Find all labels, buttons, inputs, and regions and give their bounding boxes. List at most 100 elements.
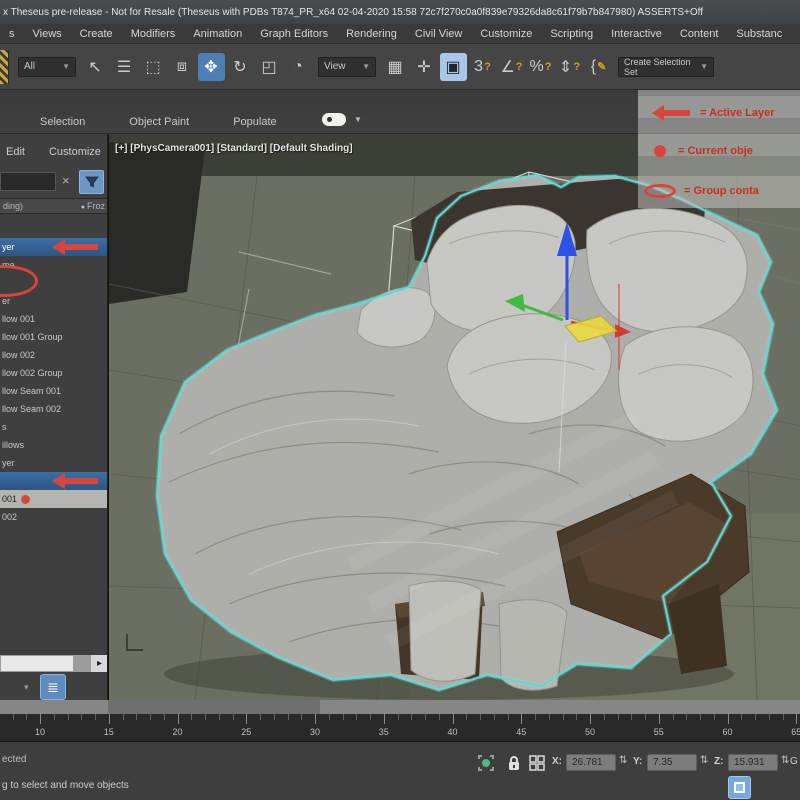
menu-item[interactable]: Customize	[471, 24, 541, 43]
snap-toggle-3d-icon[interactable]: 3?	[469, 53, 496, 81]
ruler-tick-label: 30	[310, 727, 320, 737]
selection-filter-dropdown[interactable]: All ▼	[18, 57, 76, 77]
select-by-name-icon[interactable]: ☰	[111, 53, 138, 81]
spinner-snap-icon[interactable]: ⇕?	[556, 53, 583, 81]
maximize-viewport-toggle-button[interactable]	[728, 776, 751, 799]
y-coordinate-field[interactable]: 7.35	[647, 754, 697, 771]
explorer-row[interactable]: llow Seam 002	[0, 400, 108, 418]
selection-filter-icon[interactable]	[477, 754, 495, 772]
ruler-tick	[40, 714, 41, 724]
explorer-display-button[interactable]: ≣	[40, 674, 66, 700]
menu-item[interactable]: Graph Editors	[251, 24, 337, 43]
explorer-row[interactable]	[0, 472, 108, 490]
time-slider-track[interactable]	[0, 700, 800, 714]
legend-ellipse-icon	[644, 184, 676, 198]
scrollbar-right-arrow[interactable]: ▸	[91, 655, 108, 672]
explorer-menus: Edit Customize	[0, 146, 108, 158]
menu-item[interactable]: s	[0, 24, 24, 43]
menu-item[interactable]: Views	[24, 24, 71, 43]
explorer-row[interactable]: illows	[0, 436, 108, 454]
explorer-row-label: 002	[2, 512, 17, 522]
explorer-menu-item[interactable]: Customize	[49, 146, 101, 158]
ruler-tick	[68, 714, 69, 720]
clear-search-icon[interactable]: ×	[62, 173, 70, 188]
perspective-viewport[interactable]: [+] [PhysCamera001] [Standard] [Default …	[108, 134, 800, 700]
explorer-row[interactable]: llow 001 Group	[0, 328, 108, 346]
menu-item[interactable]: Interactive	[602, 24, 671, 43]
explorer-horizontal-scrollbar[interactable]: ▸	[0, 655, 108, 672]
explorer-row[interactable]: yer	[0, 238, 108, 256]
explorer-row[interactable]: llow 002 Group	[0, 364, 108, 382]
explorer-row[interactable]: 002	[0, 508, 108, 526]
angle-snap-icon[interactable]: ∠?	[498, 53, 525, 81]
z-spinner[interactable]: ⇅	[781, 755, 789, 766]
select-and-rotate-icon[interactable]: ↻	[227, 53, 254, 81]
absolute-mode-icon[interactable]	[528, 754, 546, 772]
selection-status-fragment: ected	[2, 754, 26, 765]
explorer-row[interactable]: llow 002	[0, 346, 108, 364]
select-and-manipulate-icon[interactable]: ◔	[285, 53, 312, 81]
window-crossing-icon[interactable]: ⧈	[169, 53, 196, 81]
explorer-row-label: llow Seam 002	[2, 404, 61, 414]
ribbon-tabs: Selection Object Paint Populate	[40, 116, 321, 128]
explorer-row[interactable]: llow Seam 001	[0, 382, 108, 400]
x-spinner[interactable]: ⇅	[619, 755, 627, 766]
ribbon-minimize-icon[interactable]	[322, 113, 346, 126]
menu-item[interactable]: Content	[671, 24, 728, 43]
percent-snap-icon[interactable]: %?	[527, 53, 554, 81]
search-input[interactable]	[0, 172, 56, 191]
named-selection-sets-icon[interactable]: {✎	[585, 53, 612, 81]
menu-item[interactable]: Modifiers	[122, 24, 185, 43]
menu-item[interactable]: Create	[71, 24, 122, 43]
explorer-row[interactable]: llow 001	[0, 310, 108, 328]
select-and-move-icon[interactable]: ✥	[198, 53, 225, 81]
explorer-row[interactable]: er	[0, 292, 108, 310]
ribbon-tab[interactable]: Object Paint	[129, 116, 189, 128]
prompt-line-fragment: g to select and move objects	[2, 780, 129, 791]
chevron-down-icon: ▼	[362, 62, 370, 71]
explorer-row[interactable]	[0, 274, 108, 292]
main-toolbar: All ▼ ↖ ☰ ⬚ ⧈ ✥ ↻ ◰ ◔ View ▼	[0, 44, 800, 90]
chevron-down-icon[interactable]: ▾	[24, 682, 29, 693]
explorer-menu-item[interactable]: Edit	[6, 146, 25, 158]
selection-region-icon[interactable]: ⬚	[140, 53, 167, 81]
ruler-tick-label: 50	[585, 727, 595, 737]
menu-item[interactable]: Scripting	[541, 24, 602, 43]
menu-item[interactable]: Animation	[184, 24, 251, 43]
reference-coordinate-dropdown[interactable]: View ▼	[318, 57, 376, 77]
x-coordinate-field[interactable]: 26.781	[566, 754, 616, 771]
ribbon-tab[interactable]: Selection	[40, 116, 85, 128]
create-selection-set-dropdown[interactable]: Create Selection Set ▼	[618, 57, 714, 77]
ribbon-tab[interactable]: Populate	[233, 116, 276, 128]
ruler-tick	[576, 714, 577, 720]
chevron-down-icon[interactable]: ▼	[354, 115, 362, 124]
select-and-scale-icon[interactable]: ◰	[256, 53, 283, 81]
scrollbar-thumb[interactable]	[1, 656, 73, 671]
ruler-tick-label: 20	[172, 727, 182, 737]
viewport-label[interactable]: [+] [PhysCamera001] [Standard] [Default …	[115, 143, 353, 154]
red-arrow-annotation	[64, 244, 98, 250]
title-bar: x Theseus pre-release - Not for Resale (…	[0, 0, 800, 24]
explorer-column-header[interactable]: ding) ●Froz	[0, 198, 108, 214]
menu-item[interactable]: Rendering	[337, 24, 406, 43]
explorer-row[interactable]: s	[0, 418, 108, 436]
menu-item[interactable]: Substanc	[727, 24, 791, 43]
legend-item: = Group conta	[638, 180, 800, 202]
ruler-tick	[136, 714, 137, 720]
3dsmax-window: x Theseus pre-release - Not for Resale (…	[0, 0, 800, 800]
explorer-row[interactable]: yer	[0, 454, 108, 472]
keyboard-override-icon[interactable]: ▣	[440, 53, 467, 81]
explorer-row[interactable]: 001	[0, 490, 108, 508]
select-object-icon[interactable]: ↖	[82, 53, 109, 81]
y-spinner[interactable]: ⇅	[700, 755, 708, 766]
filter-button[interactable]	[79, 170, 104, 194]
timeline-ruler[interactable]: 101520253035404550556065	[0, 714, 800, 742]
explorer-row-label: llow 001 Group	[2, 332, 63, 342]
ruler-tick	[288, 714, 289, 720]
selection-lock-icon[interactable]	[505, 754, 523, 772]
z-coordinate-field[interactable]: 15.931	[728, 754, 778, 771]
use-pivot-center-icon[interactable]: ▦	[382, 53, 409, 81]
explorer-row[interactable]: me	[0, 256, 108, 274]
select-and-place-icon[interactable]: ✛	[411, 53, 438, 81]
menu-item[interactable]: Civil View	[406, 24, 471, 43]
